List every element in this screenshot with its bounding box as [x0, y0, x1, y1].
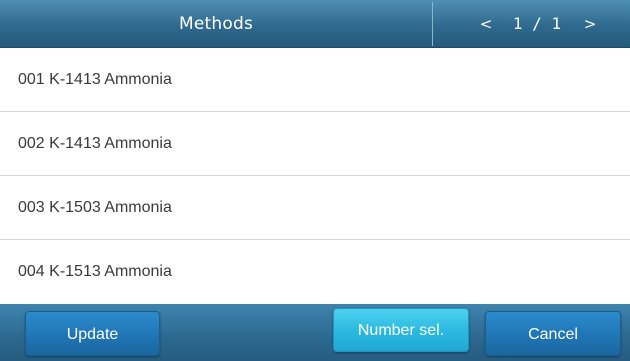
page-indicator: 1 / 1: [512, 14, 562, 33]
cancel-button[interactable]: Cancel: [485, 311, 621, 356]
methods-list: 001 K-1413 Ammonia 002 K-1413 Ammonia 00…: [0, 48, 630, 304]
pager: < 1 / 1 >: [433, 0, 630, 48]
update-button[interactable]: Update: [25, 311, 160, 356]
methods-screen: Methods < 1 / 1 > 001 K-1413 Ammonia 002…: [0, 0, 630, 361]
list-item[interactable]: 001 K-1413 Ammonia: [0, 48, 630, 112]
footer-toolbar: Update Number sel. Cancel: [0, 304, 630, 361]
list-item[interactable]: 003 K-1503 Ammonia: [0, 176, 630, 240]
header-bar: Methods < 1 / 1 >: [0, 0, 630, 48]
page-title: Methods: [178, 14, 253, 34]
previous-page-button[interactable]: <: [471, 0, 501, 48]
number-select-button[interactable]: Number sel.: [333, 308, 469, 352]
list-item[interactable]: 004 K-1513 Ammonia: [0, 240, 630, 304]
list-item[interactable]: 002 K-1413 Ammonia: [0, 112, 630, 176]
next-page-button[interactable]: >: [575, 0, 605, 48]
